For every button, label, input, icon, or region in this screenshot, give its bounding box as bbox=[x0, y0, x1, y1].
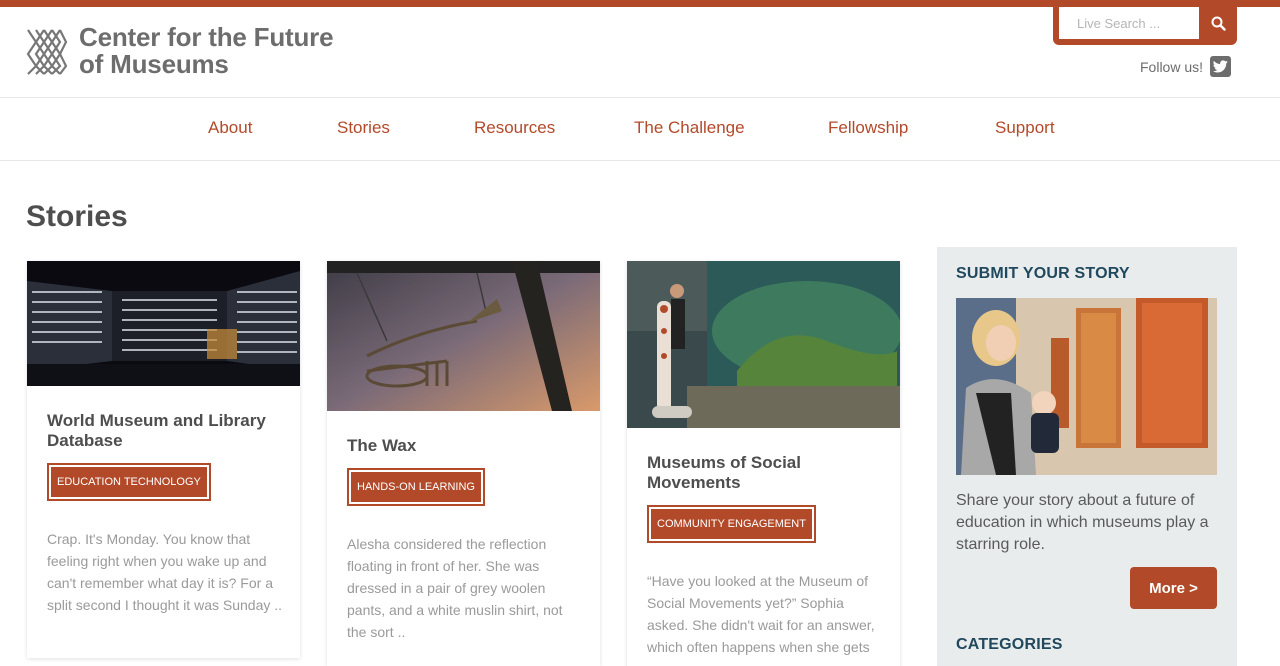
story-excerpt: “Have you looked at the Museum of Social… bbox=[647, 573, 875, 655]
story-title[interactable]: World Museum and Library Database bbox=[47, 411, 282, 451]
story-excerpt: Crap. It's Monday. You know that feeling… bbox=[47, 531, 283, 613]
follow-label: Follow us! bbox=[1140, 58, 1204, 75]
nav-support[interactable]: Support bbox=[995, 118, 1055, 138]
story-image[interactable] bbox=[27, 261, 300, 386]
nav-the-challenge[interactable]: The Challenge bbox=[634, 118, 745, 138]
submit-story-heading: SUBMIT YOUR STORY bbox=[956, 265, 1130, 282]
nav-fellowship[interactable]: Fellowship bbox=[828, 118, 908, 138]
site-logo[interactable]: Center for the Future of Museums bbox=[26, 22, 334, 79]
story-tag-label: EDUCATION TECHNOLOGY bbox=[51, 467, 207, 497]
story-card: The Wax HANDS-ON LEARNING Alesha conside… bbox=[327, 261, 600, 666]
site-name-line2: of Museums bbox=[79, 49, 229, 79]
search-input[interactable] bbox=[1059, 7, 1199, 39]
site-name: Center for the Future of Museums bbox=[79, 22, 334, 79]
story-tag-label: COMMUNITY ENGAGEMENT bbox=[651, 509, 812, 539]
search-bar bbox=[1053, 0, 1237, 45]
twitter-icon[interactable] bbox=[1210, 56, 1232, 77]
story-title[interactable]: The Wax bbox=[347, 436, 582, 456]
story-excerpt: Alesha considered the reflection floatin… bbox=[347, 536, 563, 640]
nav-stories[interactable]: Stories bbox=[337, 118, 390, 138]
follow-us: Follow us! bbox=[1140, 56, 1232, 77]
story-tag-label: HANDS-ON LEARNING bbox=[351, 472, 481, 502]
submit-story-image bbox=[956, 298, 1217, 475]
story-tag[interactable]: EDUCATION TECHNOLOGY bbox=[47, 463, 211, 501]
story-card: World Museum and Library Database EDUCAT… bbox=[27, 261, 300, 658]
search-icon bbox=[1211, 16, 1226, 31]
page-title: Stories bbox=[26, 200, 128, 233]
more-button[interactable]: More > bbox=[1130, 567, 1217, 609]
story-image[interactable] bbox=[327, 261, 600, 411]
story-title[interactable]: Museums of Social Movements bbox=[647, 453, 882, 493]
nav-divider-top bbox=[0, 97, 1280, 98]
nav-about[interactable]: About bbox=[208, 118, 252, 138]
submit-story-sidebar: SUBMIT YOUR STORY Share your story about… bbox=[937, 247, 1237, 666]
story-card: Museums of Social Movements COMMUNITY EN… bbox=[627, 261, 900, 666]
logo-mark-icon bbox=[26, 29, 68, 75]
site-name-line1: Center for the Future bbox=[79, 22, 334, 52]
story-image[interactable] bbox=[627, 261, 900, 428]
search-button[interactable] bbox=[1203, 7, 1233, 39]
submit-story-text: Share your story about a future of educa… bbox=[956, 492, 1209, 553]
story-tag[interactable]: HANDS-ON LEARNING bbox=[347, 468, 485, 506]
nav-divider-bottom bbox=[0, 160, 1280, 161]
categories-heading: CATEGORIES bbox=[956, 636, 1063, 653]
nav-resources[interactable]: Resources bbox=[474, 118, 555, 138]
story-tag[interactable]: COMMUNITY ENGAGEMENT bbox=[647, 505, 816, 543]
